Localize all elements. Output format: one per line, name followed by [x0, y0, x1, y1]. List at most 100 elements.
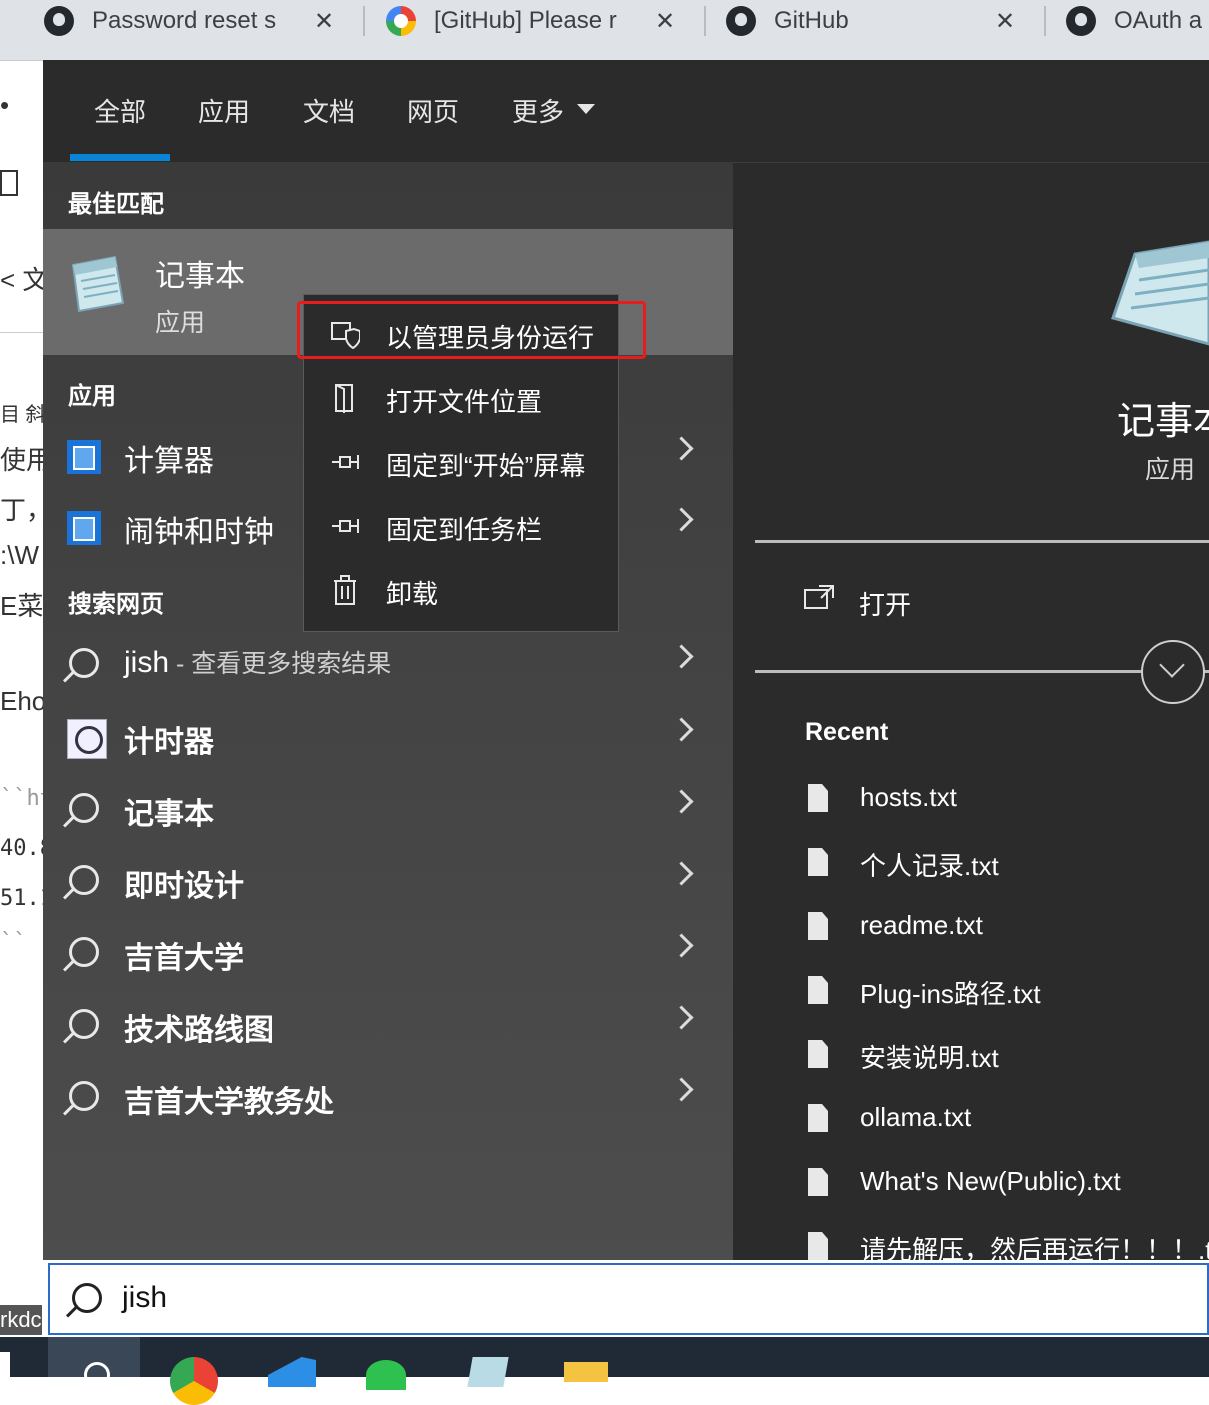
recent-file[interactable]: 请先解压，然后再运行！！！.t — [805, 1226, 1209, 1260]
search-icon — [69, 1009, 99, 1039]
open-icon — [804, 585, 834, 609]
recent-file[interactable]: What's New(Public).txt — [805, 1162, 1209, 1212]
web-search-header: 搜索网页 — [68, 591, 164, 618]
recent-file-name: Plug-ins路径.txt — [860, 979, 1041, 1009]
open-file-location-item[interactable]: 打开文件位置 — [304, 367, 618, 431]
document-icon — [808, 1104, 828, 1132]
search-box[interactable] — [48, 1263, 1209, 1335]
web-result-more[interactable]: jish - 查看更多搜索结果 — [43, 634, 733, 698]
search-input[interactable]: jish — [122, 1281, 167, 1315]
chevron-right-icon[interactable] — [669, 717, 694, 742]
close-tab-icon[interactable]: ✕ — [655, 0, 675, 42]
document-icon — [808, 1040, 828, 1068]
chevron-right-icon[interactable] — [669, 1077, 694, 1102]
wechat-icon[interactable] — [366, 1360, 406, 1390]
tab-divider — [704, 6, 706, 36]
chrome-icon[interactable] — [170, 1357, 218, 1405]
bg-text: :\W — [0, 540, 39, 570]
recent-file[interactable]: ollama.txt — [805, 1098, 1209, 1148]
browser-tab[interactable]: OAuth a — [1066, 0, 1209, 42]
recent-file-name: What's New(Public).txt — [860, 1166, 1121, 1196]
browser-tab[interactable]: [GitHub] Please r — [386, 0, 636, 42]
recent-file-name: hosts.txt — [860, 782, 957, 812]
tab-apps[interactable]: 应用 — [198, 92, 250, 129]
best-match-header: 最佳匹配 — [68, 191, 164, 218]
pin-to-start-item[interactable]: 固定到“开始”屏幕 — [304, 431, 618, 495]
best-match-type: 应用 — [155, 309, 206, 337]
tab-divider — [363, 6, 365, 36]
chevron-right-icon[interactable] — [669, 1005, 694, 1030]
best-match-name: 记事本 — [155, 260, 245, 293]
recent-file[interactable]: Plug-ins路径.txt — [805, 970, 1209, 1020]
alarms-clock-icon — [67, 511, 101, 545]
mail-icon — [386, 6, 416, 36]
chevron-right-icon[interactable] — [669, 436, 694, 461]
bg-text: < 文 — [0, 265, 49, 295]
web-result[interactable]: 记事本 — [43, 779, 733, 843]
uninstall-item[interactable]: 卸载 — [304, 559, 618, 623]
recent-file[interactable]: readme.txt — [805, 906, 1209, 956]
open-action[interactable]: 打开 — [755, 560, 1209, 650]
web-result[interactable]: 吉首大学 — [43, 923, 733, 987]
result-label: 技术路线图 — [124, 1014, 274, 1047]
tab-title: GitHub — [774, 7, 849, 34]
chevron-right-icon[interactable] — [669, 933, 694, 958]
result-label: 吉首大学教务处 — [124, 1086, 334, 1119]
pin-icon — [332, 519, 359, 533]
recent-file[interactable]: 安装说明.txt — [805, 1034, 1209, 1084]
tab-all[interactable]: 全部 — [94, 92, 146, 129]
web-result[interactable]: 技术路线图 — [43, 995, 733, 1059]
browser-tab-strip: Password reset s ✕ [GitHub] Please r ✕ G… — [0, 0, 1209, 61]
close-tab-icon[interactable]: ✕ — [314, 0, 334, 42]
chevron-right-icon[interactable] — [669, 789, 694, 814]
browser-tab[interactable]: GitHub — [726, 0, 976, 42]
web-result[interactable]: 即时设计 — [43, 851, 733, 915]
menu-item-label: 卸载 — [386, 579, 439, 609]
chevron-right-icon[interactable] — [669, 861, 694, 886]
document-icon — [808, 976, 828, 1004]
active-tab-indicator — [70, 154, 170, 161]
search-icon — [69, 1081, 99, 1111]
bg-text: rkdc — [0, 1305, 42, 1335]
calculator-icon — [67, 440, 101, 474]
tab-more[interactable]: 更多 — [512, 92, 564, 129]
github-icon — [726, 6, 756, 36]
bg-text: 目 斜 — [0, 404, 46, 426]
divider — [755, 540, 1209, 543]
detail-app-type: 应用 — [1145, 456, 1196, 484]
document-icon — [808, 784, 828, 812]
start-button-edge[interactable] — [0, 1352, 10, 1377]
open-label: 打开 — [859, 590, 912, 620]
recent-file-name: 安装说明.txt — [860, 1043, 999, 1073]
web-result[interactable]: 计时器 — [43, 707, 733, 771]
detail-header: 记事本 应用 — [755, 188, 1209, 540]
bg-text: `` — [0, 930, 27, 955]
web-result[interactable]: 吉首大学教务处 — [43, 1067, 733, 1131]
bg-text: Eho — [0, 686, 47, 716]
menu-item-label: 固定到“开始”屏幕 — [386, 451, 586, 481]
browser-tab[interactable]: Password reset s — [44, 0, 294, 42]
file-explorer-icon[interactable] — [564, 1362, 608, 1382]
search-icon — [69, 937, 99, 967]
chevron-right-icon[interactable] — [669, 507, 694, 532]
timer-icon — [67, 719, 107, 759]
chevron-right-icon[interactable] — [669, 644, 694, 669]
query-hint: - 查看更多搜索结果 — [169, 650, 392, 678]
recent-file[interactable]: 个人记录.txt — [805, 842, 1209, 892]
notepad-taskbar-icon[interactable] — [467, 1357, 509, 1387]
recent-file-name: readme.txt — [860, 910, 983, 940]
expand-chevron-icon[interactable] — [1141, 640, 1205, 704]
pin-to-taskbar-item[interactable]: 固定到任务栏 — [304, 495, 618, 559]
bg-text: • — [0, 90, 10, 120]
close-tab-icon[interactable]: ✕ — [995, 0, 1015, 42]
result-label: 闹钟和时钟 — [124, 516, 274, 549]
pin-icon — [332, 455, 359, 469]
tab-documents[interactable]: 文档 — [303, 92, 355, 129]
document-icon — [808, 1168, 828, 1196]
result-label: 即时设计 — [124, 870, 244, 903]
chevron-down-icon[interactable] — [577, 104, 595, 114]
github-icon — [1066, 6, 1096, 36]
menu-item-label: 固定到任务栏 — [386, 515, 543, 545]
recent-file[interactable]: hosts.txt — [805, 778, 1209, 828]
tab-web[interactable]: 网页 — [407, 92, 459, 129]
